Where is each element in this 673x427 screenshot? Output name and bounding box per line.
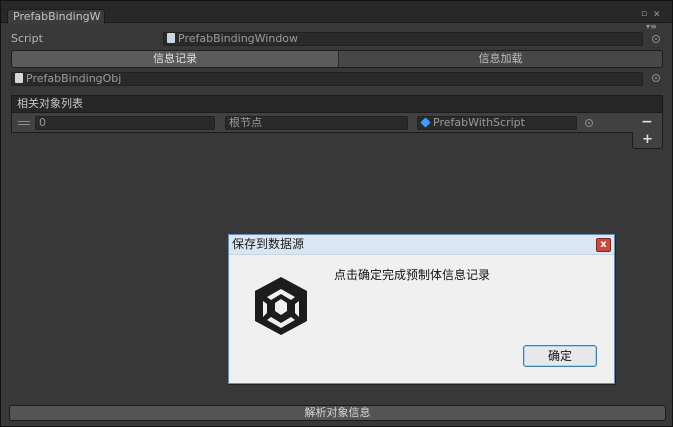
prefab-obj-picker-icon[interactable] [652, 74, 660, 82]
dialog-close-button[interactable]: x [596, 238, 611, 252]
item-object-value: PrefabWithScript [433, 116, 525, 129]
script-picker-icon[interactable] [652, 35, 660, 43]
mode-toolbar: 信息记录 信息加载 [11, 50, 663, 68]
tab-menu-icon[interactable]: ▾≡ [646, 22, 657, 31]
related-objects-header: 相关对象列表 [11, 95, 663, 113]
dialog-message: 点击确定完成预制体信息记录 [334, 268, 491, 282]
prefab-obj-field[interactable]: PrefabBindingObj [11, 72, 643, 86]
script-icon [167, 33, 175, 43]
save-dialog: 保存到数据源 x 点击确定完成预制体信息记录 确定 [228, 234, 615, 384]
script-value: PrefabBindingWindow [178, 32, 299, 45]
tab-info-record[interactable]: 信息记录 [12, 51, 338, 67]
tab-info-load[interactable]: 信息加载 [338, 51, 662, 67]
item-object-picker-icon[interactable] [585, 119, 593, 127]
drag-handle-icon[interactable] [18, 121, 30, 125]
prefab-obj-value: PrefabBindingObj [26, 72, 122, 85]
dialog-title: 保存到数据源 [229, 235, 614, 255]
close-tab-icon[interactable]: ✕ [653, 11, 661, 20]
remove-item-button[interactable]: − [641, 115, 653, 129]
item-name-field[interactable]: 根节点 [225, 116, 408, 130]
editor-window: PrefabBindingW ▫ ✕ ▾≡ Script PrefabBindi… [0, 0, 673, 427]
parse-object-info-button[interactable]: 解析对象信息 [9, 405, 666, 421]
tab-bar: PrefabBindingW ▫ ✕ ▾≡ [1, 1, 672, 31]
script-field[interactable]: PrefabBindingWindow [163, 32, 643, 46]
add-item-button[interactable]: + [632, 132, 663, 149]
prefab-cube-icon [420, 117, 431, 128]
item-object-field[interactable]: PrefabWithScript [417, 116, 577, 130]
ok-button[interactable]: 确定 [523, 345, 597, 367]
item-index-field[interactable]: 0 [35, 116, 215, 130]
tab-prefab-binding[interactable]: PrefabBindingW [7, 9, 105, 24]
script-label: Script [11, 32, 43, 45]
document-icon [15, 73, 23, 83]
unity-logo-icon [255, 277, 307, 335]
maximize-icon[interactable]: ▫ [641, 10, 647, 19]
